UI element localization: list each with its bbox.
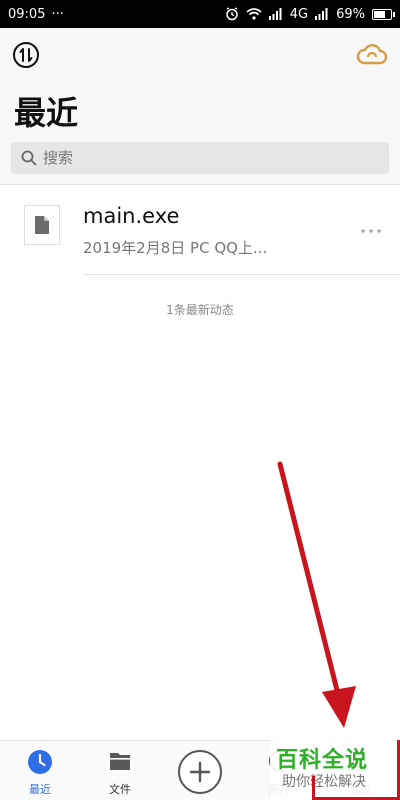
annotation-arrow [277, 461, 356, 728]
document-icon [35, 216, 49, 234]
add-button[interactable] [178, 750, 222, 794]
battery-percent: 69% [336, 6, 365, 22]
header: 最近 [0, 28, 400, 184]
cloud-icon[interactable] [356, 41, 388, 69]
more-options-icon[interactable] [360, 227, 382, 235]
file-thumbnail [24, 205, 60, 245]
file-meta: 2019年2月8日 PC QQ上... [83, 239, 268, 257]
page-title: 最近 [14, 94, 79, 132]
nav-label-recent: 最近 [29, 783, 51, 796]
search-bar[interactable] [11, 142, 389, 174]
nav-label-files: 文件 [109, 783, 131, 796]
status-left: 09:05 ··· [8, 7, 64, 22]
status-right: 4G 69% [225, 6, 395, 22]
annotation-box [312, 740, 400, 800]
list-item[interactable]: main.exe 2019年2月8日 PC QQ上... [0, 185, 400, 275]
battery-icon [372, 8, 395, 20]
recent-count-text: 1条最新动态 [166, 303, 234, 317]
sort-icon[interactable] [12, 41, 40, 69]
search-input[interactable] [43, 149, 363, 167]
network-type: 4G [289, 6, 309, 22]
file-name: main.exe [83, 204, 180, 228]
annotation-box-edge [312, 776, 315, 800]
status-time: 09:05 [8, 6, 46, 22]
wifi-icon [246, 8, 262, 20]
signal-icon-2 [315, 8, 328, 20]
signal-icon [268, 8, 282, 20]
plus-icon [189, 761, 211, 783]
nav-item-recent[interactable]: 最近 [10, 741, 70, 800]
status-dots: ··· [51, 6, 64, 22]
nav-item-files[interactable]: 文件 [90, 741, 150, 800]
clock-icon [28, 750, 52, 774]
folder-icon [110, 753, 130, 770]
alarm-icon [225, 7, 238, 21]
status-bar: 09:05 ··· 4G 69% [0, 0, 400, 28]
row-divider [83, 274, 400, 275]
search-icon [21, 150, 37, 166]
